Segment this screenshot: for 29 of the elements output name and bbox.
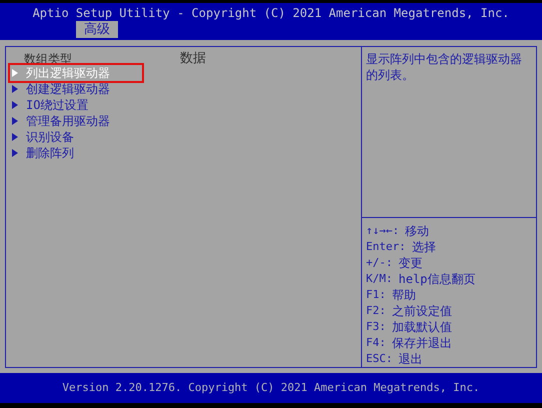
help-text: 显示阵列中包含的逻辑驱动器的列表。 — [362, 47, 536, 218]
menu-item[interactable]: 识别设备 — [10, 129, 142, 145]
key-label: K/M: — [366, 271, 392, 287]
key-action: 退出 — [398, 351, 422, 367]
key-action: 之前设定值 — [392, 303, 452, 319]
key-action: 保存并退出 — [392, 335, 452, 351]
key-label: F2: — [366, 303, 386, 319]
menu-item[interactable]: 创建逻辑驱动器 — [10, 81, 142, 97]
key-label: F4: — [366, 335, 386, 351]
window-title: Aptio Setup Utility - Copyright (C) 2021 American Megatrends, Inc. — [32, 5, 510, 21]
tab[interactable]: 高级 — [76, 21, 118, 38]
menu-item[interactable]: 管理备用驱动器 — [10, 113, 142, 129]
key-action: 加载默认值 — [392, 319, 452, 335]
key-action: 选择 — [412, 239, 436, 255]
key-action: help信息翻页 — [398, 271, 476, 287]
key-action: 帮助 — [392, 287, 416, 303]
key-label: ↑↓→←: — [366, 223, 400, 239]
key-label: F3: — [366, 319, 386, 335]
key-label: ESC: — [366, 351, 392, 367]
menu-item[interactable]: 列出逻辑驱动器 — [10, 65, 142, 81]
key-action: 移动 — [405, 223, 430, 239]
menu-item[interactable]: IO绕过设置 — [10, 97, 142, 113]
key-label: Enter: — [366, 239, 406, 255]
version-text: Version 2.20.1276. Copyright (C) 2021 American Megatrends, Inc. — [62, 380, 480, 396]
menu-item[interactable]: 删除阵列 — [10, 145, 142, 161]
column-header: 数据 — [180, 51, 206, 65]
key-label: +/-: — [366, 255, 392, 271]
key-label: F1: — [366, 287, 386, 303]
key-action: 变更 — [398, 255, 422, 271]
